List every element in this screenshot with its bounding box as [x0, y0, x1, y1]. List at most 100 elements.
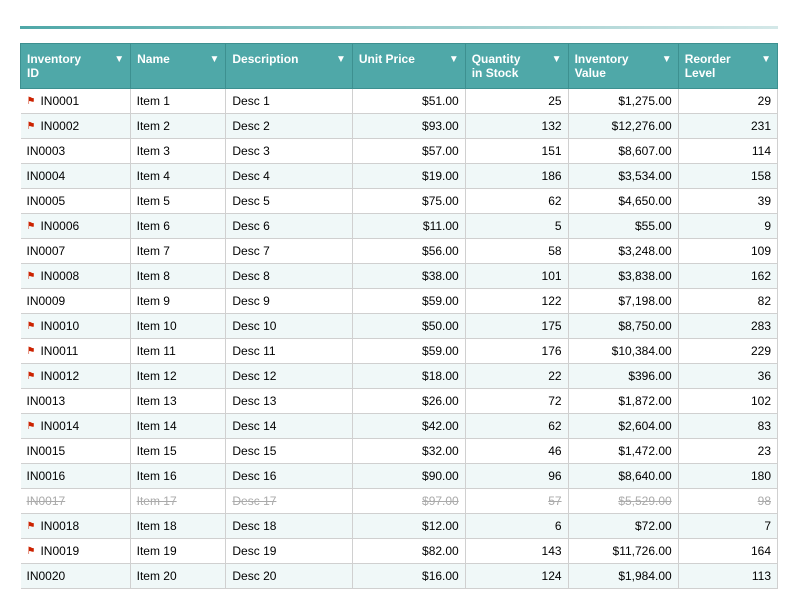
name-cell: Item 10 [131, 314, 226, 339]
reorder-level-cell: 229 [678, 339, 777, 364]
inventory-id-cell: IN0015 [21, 439, 131, 463]
quantity-col[interactable]: Quantity in Stock▼ [465, 44, 568, 89]
unit-price-cell: $51.00 [352, 89, 465, 114]
table-row: IN0020Item 20Desc 20$16.00124$1,984.0011… [21, 564, 778, 589]
inventory-id-value: IN0018 [40, 519, 79, 533]
reorder-level-cell: 9 [678, 214, 777, 239]
inventory-id-value: IN0019 [40, 544, 79, 558]
inventory-id-cell: IN0016 [21, 464, 131, 488]
reorder-level-cell: 7 [678, 514, 777, 539]
quantity-cell: 58 [465, 239, 568, 264]
unit-price-cell: $16.00 [352, 564, 465, 589]
name-cell: Item 12 [131, 364, 226, 389]
description-cell: Desc 3 [226, 139, 352, 164]
flag-icon: ⚑ [27, 371, 36, 382]
table-row: IN0009Item 9Desc 9$59.00122$7,198.0082 [21, 289, 778, 314]
unit-price-cell: $57.00 [352, 139, 465, 164]
unit-price-col[interactable]: Unit Price▼ [352, 44, 465, 89]
name-cell: Item 6 [131, 214, 226, 239]
quantity-cell: 186 [465, 164, 568, 189]
flag-icon: ⚑ [27, 221, 36, 232]
inventory-id-value: IN0008 [40, 269, 79, 283]
name-cell: Item 14 [131, 414, 226, 439]
quantity-cell: 101 [465, 264, 568, 289]
table-row: IN0004Item 4Desc 4$19.00186$3,534.00158 [21, 164, 778, 189]
dropdown-arrow-icon[interactable]: ▼ [552, 54, 562, 65]
quantity-cell: 6 [465, 514, 568, 539]
inventory-id-value: IN0003 [27, 144, 66, 158]
dropdown-arrow-icon[interactable]: ▼ [336, 54, 346, 65]
inventory-value-cell: $72.00 [568, 514, 678, 539]
inventory-id-cell: IN0013 [21, 389, 131, 413]
inventory-value-cell: $55.00 [568, 214, 678, 239]
description-cell: Desc 17 [226, 489, 352, 514]
description-col[interactable]: Description▼ [226, 44, 352, 89]
inventory-value-cell: $1,872.00 [568, 389, 678, 414]
table-row: IN0005Item 5Desc 5$75.0062$4,650.0039 [21, 189, 778, 214]
inventory-id-cell: IN0017 [21, 489, 131, 513]
dropdown-arrow-icon[interactable]: ▼ [449, 54, 459, 65]
title-underline [20, 26, 778, 29]
description-cell: Desc 19 [226, 539, 352, 564]
table-row: ⚑IN0006Item 6Desc 6$11.005$55.009 [21, 214, 778, 239]
quantity-cell: 72 [465, 389, 568, 414]
inventory-value-cell: $4,650.00 [568, 189, 678, 214]
inventory-value-cell: $8,607.00 [568, 139, 678, 164]
description-cell: Desc 20 [226, 564, 352, 589]
name-cell: Item 2 [131, 114, 226, 139]
inventory-id-value: IN0005 [27, 194, 66, 208]
inventory-id-value: IN0016 [27, 469, 66, 483]
inventory-id-col[interactable]: Inventory ID▼ [21, 44, 131, 89]
inventory-id-value: IN0020 [27, 569, 66, 583]
description-cell: Desc 6 [226, 214, 352, 239]
reorder-level-cell: 102 [678, 389, 777, 414]
name-cell: Item 16 [131, 464, 226, 489]
unit-price-cell: $93.00 [352, 114, 465, 139]
inventory-id-cell: ⚑IN0012 [21, 364, 131, 388]
description-cell: Desc 11 [226, 339, 352, 364]
name-col[interactable]: Name▼ [131, 44, 226, 89]
reorder-level-col[interactable]: Reorder Level▼ [678, 44, 777, 89]
quantity-cell: 5 [465, 214, 568, 239]
flag-icon: ⚑ [27, 521, 36, 532]
dropdown-arrow-icon[interactable]: ▼ [761, 54, 771, 65]
flag-icon: ⚑ [27, 421, 36, 432]
description-cell: Desc 12 [226, 364, 352, 389]
unit-price-cell: $56.00 [352, 239, 465, 264]
inventory-value-cell: $5,529.00 [568, 489, 678, 514]
name-cell: Item 9 [131, 289, 226, 314]
name-cell: Item 1 [131, 89, 226, 114]
quantity-cell: 96 [465, 464, 568, 489]
description-cell: Desc 8 [226, 264, 352, 289]
inventory-id-value: IN0009 [27, 294, 66, 308]
table-row: IN0017Item 17Desc 17$97.0057$5,529.0098 [21, 489, 778, 514]
name-cell: Item 19 [131, 539, 226, 564]
inventory-id-value: IN0010 [40, 319, 79, 333]
description-cell: Desc 18 [226, 514, 352, 539]
table-row: IN0013Item 13Desc 13$26.0072$1,872.00102 [21, 389, 778, 414]
quantity-cell: 62 [465, 414, 568, 439]
inventory-id-cell: ⚑ IN0018 [21, 514, 131, 538]
inventory-id-value: IN0017 [27, 494, 66, 508]
inventory-id-value: IN0001 [40, 94, 79, 108]
description-cell: Desc 15 [226, 439, 352, 464]
flag-icon: ⚑ [27, 121, 36, 132]
description-cell: Desc 5 [226, 189, 352, 214]
inventory-value-cell: $3,838.00 [568, 264, 678, 289]
name-cell: Item 7 [131, 239, 226, 264]
reorder-level-cell: 82 [678, 289, 777, 314]
reorder-level-cell: 36 [678, 364, 777, 389]
inventory-id-cell: ⚑IN0011 [21, 339, 131, 363]
unit-price-cell: $42.00 [352, 414, 465, 439]
inventory-value-col[interactable]: Inventory Value▼ [568, 44, 678, 89]
reorder-level-cell: 23 [678, 439, 777, 464]
dropdown-arrow-icon[interactable]: ▼ [662, 54, 672, 65]
inventory-id-cell: ⚑IN0002 [21, 114, 131, 138]
unit-price-cell: $90.00 [352, 464, 465, 489]
dropdown-arrow-icon[interactable]: ▼ [114, 54, 124, 65]
quantity-cell: 175 [465, 314, 568, 339]
description-cell: Desc 4 [226, 164, 352, 189]
dropdown-arrow-icon[interactable]: ▼ [209, 54, 219, 65]
inventory-id-value: IN0007 [27, 244, 66, 258]
table-row: IN0007Item 7Desc 7$56.0058$3,248.00109 [21, 239, 778, 264]
